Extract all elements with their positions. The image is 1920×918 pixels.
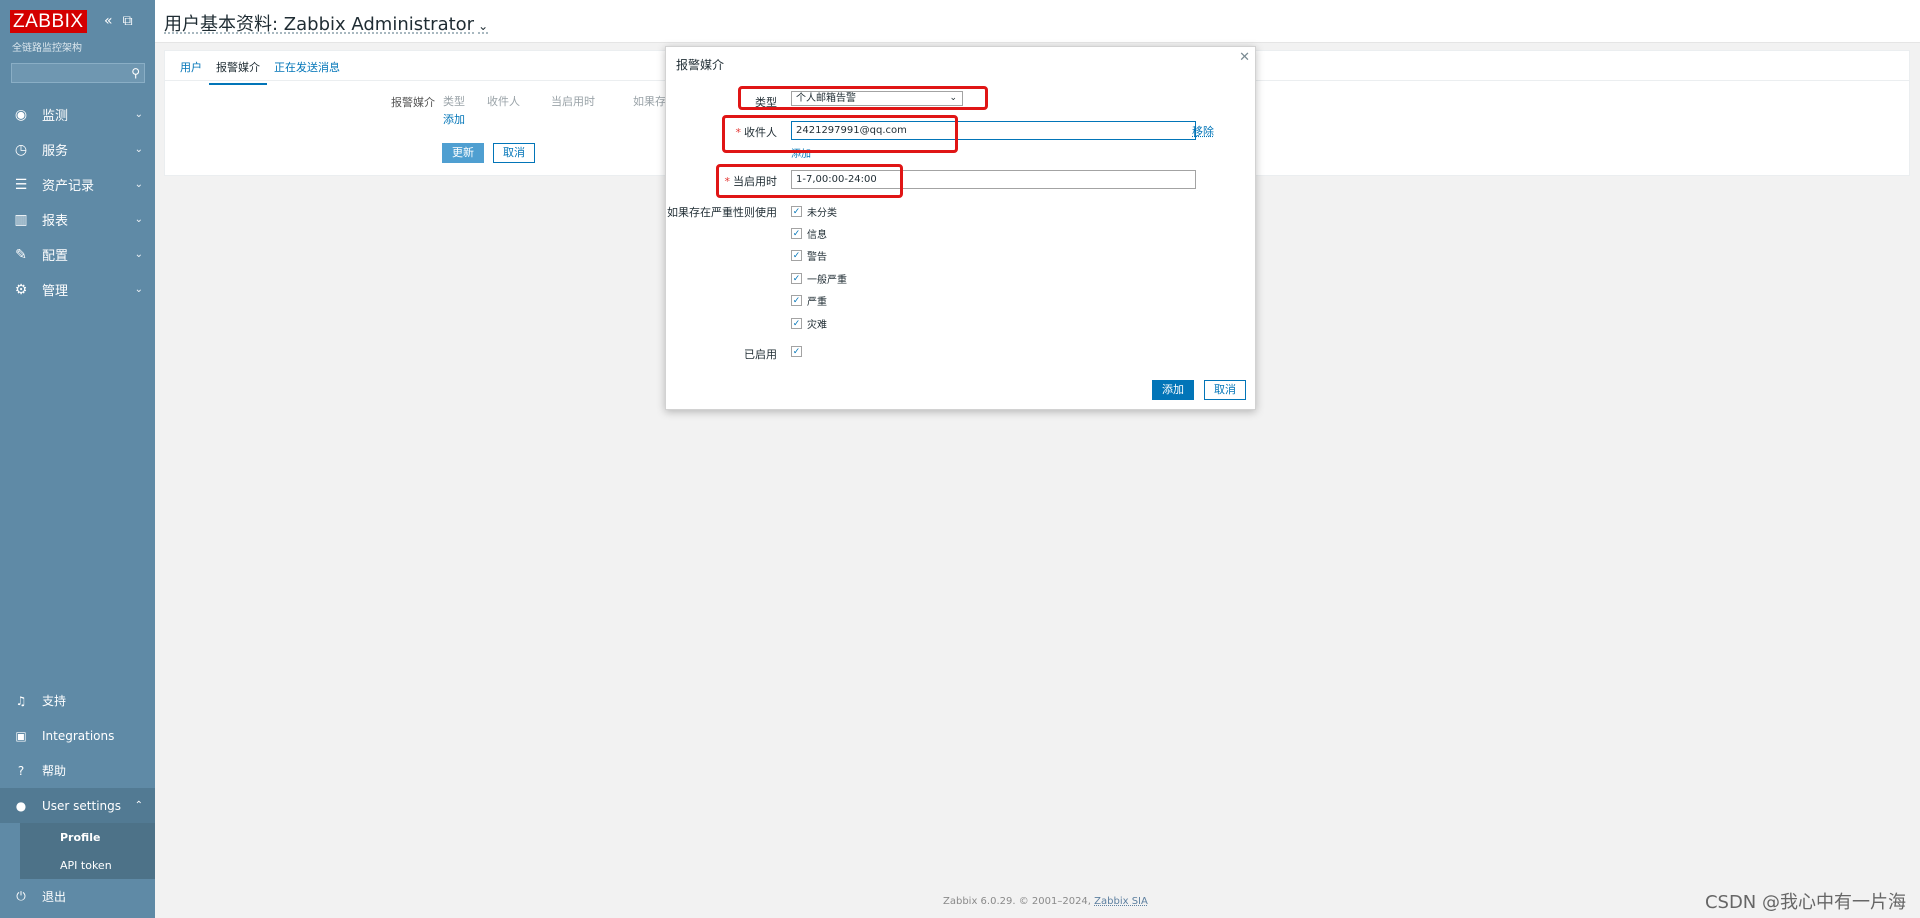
user-icon: ● <box>15 798 27 813</box>
menu-item-monitoring[interactable]: ◉ 监测 ⌄ <box>0 97 155 132</box>
cancel-button[interactable]: 取消 <box>493 143 535 163</box>
severity-text: 一般严重 <box>807 275 847 286</box>
menu-item-administration[interactable]: ⚙ 管理 ⌄ <box>0 272 155 307</box>
severity-average: ✓ 一般严重 <box>791 271 847 286</box>
dialog-title: 报警媒介 <box>676 58 725 72</box>
column-use-if-severity: 如果存 <box>633 95 666 108</box>
submenu-item-api-token[interactable]: API token <box>0 851 155 879</box>
checkbox-checked[interactable]: ✓ <box>791 273 802 284</box>
sidebar-controls: « ⧉ <box>104 13 133 29</box>
bottom-menu: ♫ 支持 ▣ Integrations ? 帮助 ● User settings… <box>0 683 155 914</box>
severity-text: 严重 <box>807 297 827 308</box>
eye-icon: ◉ <box>14 106 28 123</box>
menu-item-reports[interactable]: ▥ 报表 ⌄ <box>0 202 155 237</box>
chevron-down-icon: ⌄ <box>134 144 143 155</box>
severity-disaster: ✓ 灾难 <box>791 316 827 331</box>
search-input[interactable] <box>12 64 132 82</box>
integrations-icon: ▣ <box>15 728 27 743</box>
menu-label: 服务 <box>42 144 69 159</box>
question-icon: ? <box>17 763 25 778</box>
checkbox-checked[interactable]: ✓ <box>791 206 802 217</box>
checkbox-checked[interactable]: ✓ <box>791 318 802 329</box>
close-icon[interactable]: ✕ <box>1239 50 1250 65</box>
menu-item-integrations[interactable]: ▣ Integrations <box>0 718 155 753</box>
zabbix-logo[interactable]: ZABBIX <box>10 10 87 33</box>
menu-label: 帮助 <box>42 764 67 778</box>
menu-label: 退出 <box>42 890 67 904</box>
chevron-down-icon: ⌄ <box>134 284 143 295</box>
search-icon[interactable]: ⚲ <box>131 66 140 80</box>
kiosk-mode-icon[interactable]: ⧉ <box>123 13 133 29</box>
checkbox-checked[interactable]: ✓ <box>791 228 802 239</box>
chevron-down-icon: ⌄ <box>134 249 143 260</box>
severity-information: ✓ 信息 <box>791 226 827 241</box>
remove-recipient-link[interactable]: 移除 <box>1192 123 1214 139</box>
menu-label: Integrations <box>42 728 115 743</box>
menu-label: 配置 <box>42 249 69 264</box>
menu-label: 管理 <box>42 284 69 299</box>
collapse-sidebar-icon[interactable]: « <box>104 13 113 29</box>
enabled-label: 已启用 <box>744 348 777 361</box>
clock-icon: ◷ <box>14 141 28 158</box>
highlight-type-box <box>738 86 988 110</box>
checkbox-checked[interactable]: ✓ <box>791 250 802 261</box>
column-type: 类型 <box>443 95 465 108</box>
power-icon: ⏻ <box>16 889 26 903</box>
column-when-active: 当启用时 <box>551 95 595 108</box>
menu-label: 报表 <box>42 214 69 229</box>
headset-icon: ♫ <box>15 693 27 708</box>
bar-chart-icon: ▥ <box>14 211 28 228</box>
chevron-down-icon: ⌄ <box>134 109 143 120</box>
watermark: CSDN @我心中有一片海 <box>1704 892 1906 913</box>
wrench-icon: ✎ <box>15 246 27 263</box>
severity-text: 信息 <box>807 230 827 241</box>
update-button[interactable]: 更新 <box>442 143 484 163</box>
search-box: ⚲ <box>11 63 145 83</box>
chevron-down-icon: ⌄ <box>478 19 489 33</box>
sidebar: ZABBIX « ⧉ 全链路监控架构 ⚲ ◉ 监测 ⌄ ◷ 服务 ⌄ ☰ 资产记… <box>0 0 155 918</box>
column-send-to: 收件人 <box>487 95 520 108</box>
severity-text: 警告 <box>807 252 827 263</box>
footer: Zabbix 6.0.29. © 2001–2024, Zabbix SIA <box>943 896 1148 907</box>
menu-label: User settings <box>42 798 122 813</box>
page-title-text: 用户基本资料: Zabbix Administrator <box>164 14 475 35</box>
severity-warning: ✓ 警告 <box>791 248 827 263</box>
chevron-up-icon: ⌃ <box>134 800 143 811</box>
add-media-link[interactable]: 添加 <box>443 111 465 127</box>
footer-link[interactable]: Zabbix SIA <box>1094 896 1148 907</box>
submenu-item-profile[interactable]: Profile <box>0 823 155 851</box>
dialog-cancel-button[interactable]: 取消 <box>1204 380 1246 400</box>
checkbox-checked[interactable]: ✓ <box>791 295 802 306</box>
severity-text: 灾难 <box>807 320 827 331</box>
media-label: 报警媒介 <box>391 96 435 109</box>
server-name: 全链路监控架构 <box>12 43 82 54</box>
severity-text: 未分类 <box>807 208 837 219</box>
severity-high: ✓ 严重 <box>791 293 827 308</box>
menu-label: 监测 <box>42 109 69 124</box>
menu-item-user-settings[interactable]: ● User settings ⌃ <box>0 788 155 823</box>
menu-item-services[interactable]: ◷ 服务 ⌄ <box>0 132 155 167</box>
menu-item-inventory[interactable]: ☰ 资产记录 ⌄ <box>0 167 155 202</box>
menu-label: 支持 <box>42 694 67 708</box>
menu-label: 资产记录 <box>42 179 95 194</box>
list-icon: ☰ <box>14 176 28 193</box>
enabled-checkbox-row: ✓ <box>791 346 807 357</box>
page-title[interactable]: 用户基本资料: Zabbix Administrator ⌄ <box>164 10 488 36</box>
highlight-period-box <box>716 164 903 198</box>
main-menu: ◉ 监测 ⌄ ◷ 服务 ⌄ ☰ 资产记录 ⌄ ▥ 报表 ⌄ ✎ 配置 ⌄ ⚙ 管… <box>0 97 155 307</box>
menu-item-sign-out[interactable]: ⏻ 退出 <box>0 879 155 914</box>
menu-item-configuration[interactable]: ✎ 配置 ⌄ <box>0 237 155 272</box>
chevron-down-icon: ⌄ <box>134 214 143 225</box>
severity-not-classified: ✓ 未分类 <box>791 204 837 219</box>
chevron-down-icon: ⌄ <box>134 179 143 190</box>
menu-item-support[interactable]: ♫ 支持 <box>0 683 155 718</box>
page-header: 用户基本资料: Zabbix Administrator ⌄ <box>155 0 1920 43</box>
severity-label: 如果存在严重性则使用 <box>667 206 777 219</box>
enabled-checkbox[interactable]: ✓ <box>791 346 802 357</box>
highlight-recipient-box <box>722 115 958 153</box>
gear-icon: ⚙ <box>14 281 28 298</box>
footer-text: Zabbix 6.0.29. © 2001–2024, <box>943 896 1091 907</box>
menu-item-help[interactable]: ? 帮助 <box>0 753 155 788</box>
add-button[interactable]: 添加 <box>1152 380 1194 400</box>
